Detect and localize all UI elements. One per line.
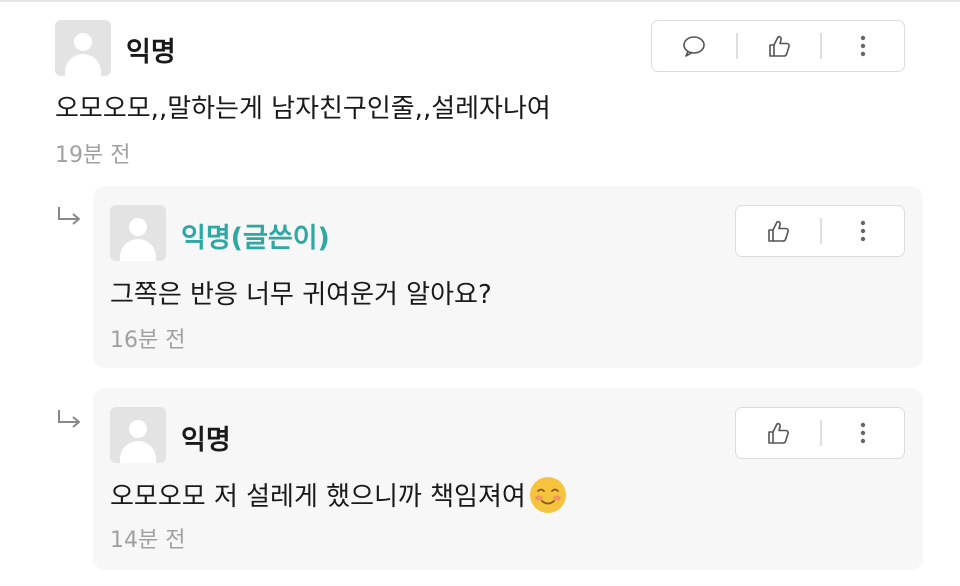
more-vertical-icon [860,422,866,444]
more-options-button[interactable] [822,21,904,71]
reply-text: 그쪽은 반응 너무 귀여운거 알아요? [110,280,492,310]
reply-item: 익명 오모오모 저 설레게 했으니까 책임져여 14분 전 [93,388,923,570]
avatar [55,20,111,76]
reply-timestamp: 14분 전 [110,528,186,553]
avatar [110,407,166,463]
reply-arrow-icon [58,207,80,225]
smiling-face-emoji-icon [529,477,566,513]
reply-text: 오모오모 저 설레게 했으니까 책임져여 [110,476,566,513]
comment-actions [651,20,905,72]
like-button[interactable] [736,408,820,458]
reply-author: 익명(글쓴이) [181,223,330,254]
avatar [110,205,166,261]
reply-actions [735,205,905,257]
reply-text-content: 오모오모 저 설레게 했으니까 책임져여 [110,482,526,512]
reply-button[interactable] [652,21,736,71]
thumbs-up-icon [769,35,790,57]
comment-text: 오모오모,,말하는게 남자친구인줄,,설레자나여 [55,94,551,124]
more-options-button[interactable] [822,408,904,458]
speech-bubble-icon [683,36,705,57]
like-button[interactable] [738,21,820,71]
more-options-button[interactable] [822,206,904,256]
like-button[interactable] [736,206,820,256]
comment-timestamp: 19분 전 [55,143,131,168]
comment-author: 익명 [126,37,176,68]
reply-author: 익명 [181,425,231,456]
top-divider [0,0,960,2]
thumbs-up-icon [768,220,789,242]
reply-actions [735,407,905,459]
reply-timestamp: 16분 전 [110,328,186,353]
reply-arrow-icon [58,410,80,428]
more-vertical-icon [860,220,866,242]
thumbs-up-icon [768,422,789,444]
reply-item: 익명(글쓴이) 그쪽은 반응 너무 귀여운거 알아요? 16분 전 [93,186,923,368]
more-vertical-icon [860,35,866,57]
